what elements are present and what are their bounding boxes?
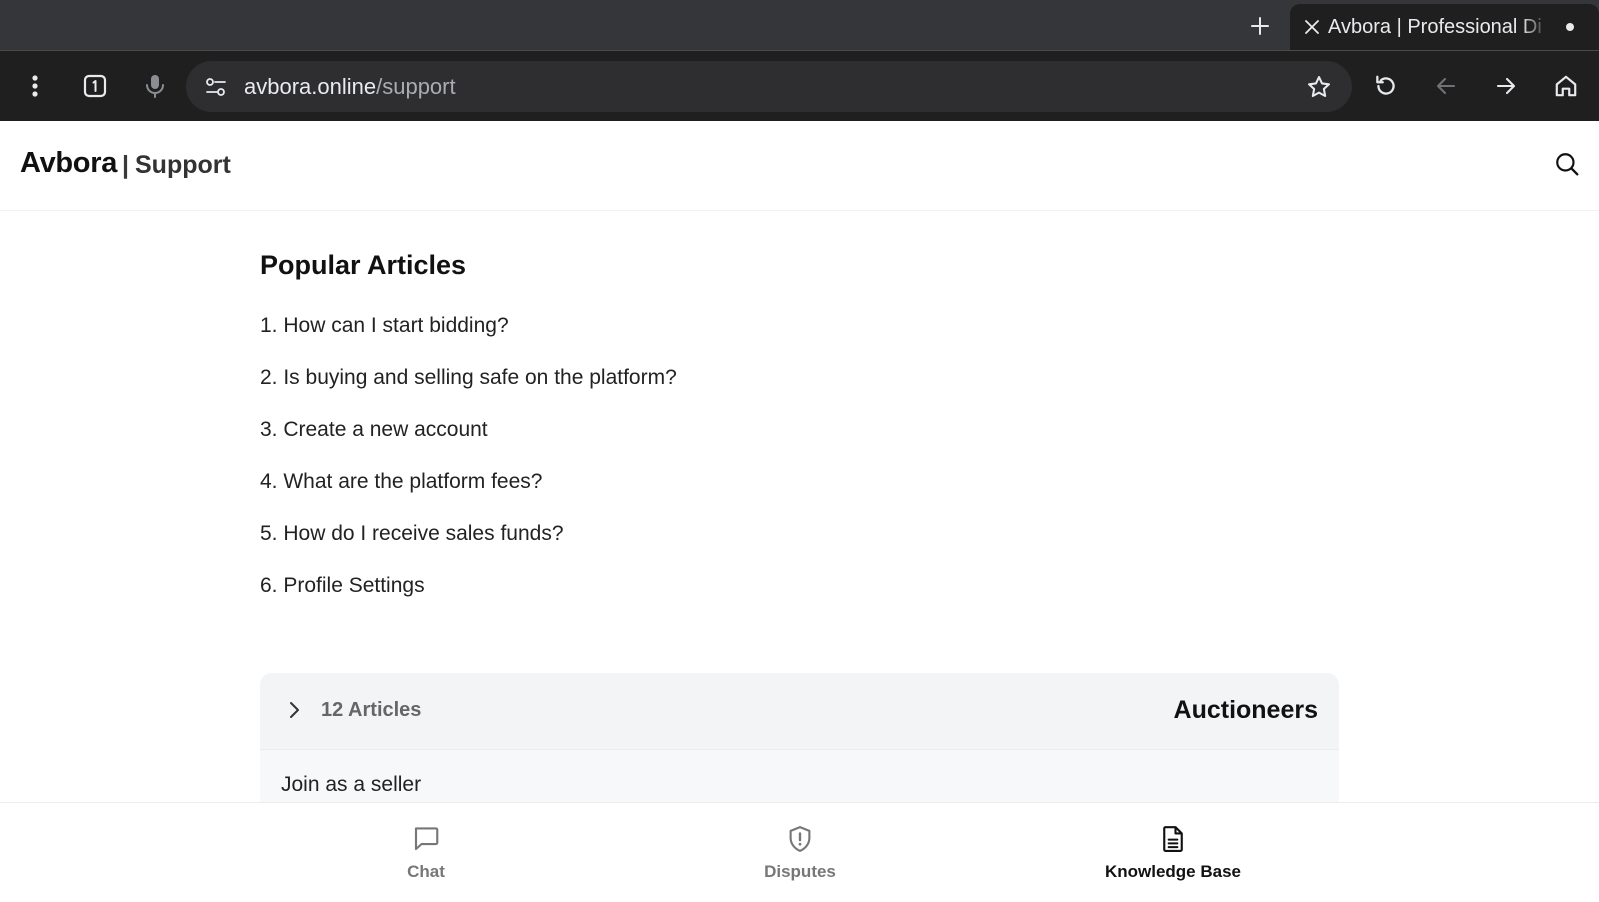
search-button[interactable]	[1550, 147, 1584, 181]
url-host: avbora.online	[244, 74, 377, 99]
address-bar[interactable]: avbora.online/support	[186, 61, 1352, 112]
bottom-navigation: Chat Disputes Knowledge Base	[0, 802, 1599, 902]
browser-toolbar: avbora.online/support	[0, 50, 1599, 121]
chevron-right-icon	[282, 698, 306, 722]
nav-item-disputes[interactable]: Disputes	[750, 803, 850, 902]
tab-close-button[interactable]	[1302, 17, 1322, 37]
url-path: /support	[376, 74, 456, 99]
article-link[interactable]: 2. Is buying and selling safe on the pla…	[260, 366, 1340, 418]
bookmark-button[interactable]	[1304, 72, 1334, 102]
site-info-button[interactable]	[202, 73, 230, 101]
arrow-right-icon	[1496, 77, 1516, 95]
nav-label: Knowledge Base	[1104, 862, 1242, 881]
tab-count-icon	[83, 74, 107, 98]
site-header: Avbora | Support	[0, 121, 1599, 211]
nav-label: Disputes	[764, 862, 836, 881]
category-article-link[interactable]: Join as a seller	[281, 773, 421, 797]
home-icon	[1555, 75, 1577, 97]
article-link[interactable]: 1. How can I start bidding?	[260, 314, 1340, 366]
arrow-left-icon	[1436, 77, 1456, 95]
star-icon	[1308, 76, 1330, 98]
nav-item-knowledge-base[interactable]: Knowledge Base	[1098, 803, 1248, 902]
category-toggle[interactable]: 12 Articles Auctioneers	[260, 673, 1339, 750]
document-icon	[1157, 823, 1189, 855]
url-text[interactable]: avbora.online/support	[244, 74, 456, 100]
more-vertical-icon	[32, 75, 38, 97]
voice-search-button[interactable]	[136, 67, 174, 105]
back-button[interactable]	[1427, 67, 1465, 105]
brand-separator: |	[122, 151, 129, 179]
brand-section[interactable]: Support	[135, 151, 231, 180]
shield-alert-icon	[784, 823, 816, 855]
nav-label: Chat	[407, 862, 445, 881]
plus-icon	[1251, 17, 1269, 35]
article-link[interactable]: 5. How do I receive sales funds?	[260, 522, 1340, 574]
home-button[interactable]	[1547, 67, 1585, 105]
popular-articles-section: Popular Articles 1. How can I start bidd…	[260, 250, 1340, 626]
browser-menu-button[interactable]	[16, 67, 54, 105]
browser-tab-active[interactable]: Avbora | Professional Di	[1290, 4, 1599, 50]
browser-tabstrip: Avbora | Professional Di	[0, 0, 1599, 50]
reload-button[interactable]	[1367, 67, 1405, 105]
category-card-auctioneers: 12 Articles Auctioneers Join as a seller	[260, 673, 1339, 803]
tab-switcher-button[interactable]	[76, 67, 114, 105]
category-title: Auctioneers	[1173, 696, 1318, 724]
popular-articles-list: 1. How can I start bidding? 2. Is buying…	[260, 314, 1340, 626]
section-title: Popular Articles	[260, 250, 467, 280]
brand-logo[interactable]: Avbora	[20, 147, 117, 180]
article-link[interactable]: 6. Profile Settings	[260, 574, 1340, 626]
close-icon	[1305, 20, 1319, 34]
chat-bubble-icon	[410, 823, 442, 855]
forward-button[interactable]	[1487, 67, 1525, 105]
search-icon	[1556, 153, 1579, 176]
tab-title: Avbora | Professional Di	[1328, 15, 1542, 38]
article-link[interactable]: 3. Create a new account	[260, 418, 1340, 470]
tune-icon	[206, 78, 226, 96]
tab-indicator-dot	[1566, 23, 1574, 31]
article-link[interactable]: 4. What are the platform fees?	[260, 470, 1340, 522]
new-tab-button[interactable]	[1244, 10, 1276, 42]
microphone-icon	[146, 75, 164, 98]
reload-icon	[1376, 75, 1395, 95]
nav-item-chat[interactable]: Chat	[386, 803, 466, 902]
article-count: 12 Articles	[321, 699, 422, 721]
